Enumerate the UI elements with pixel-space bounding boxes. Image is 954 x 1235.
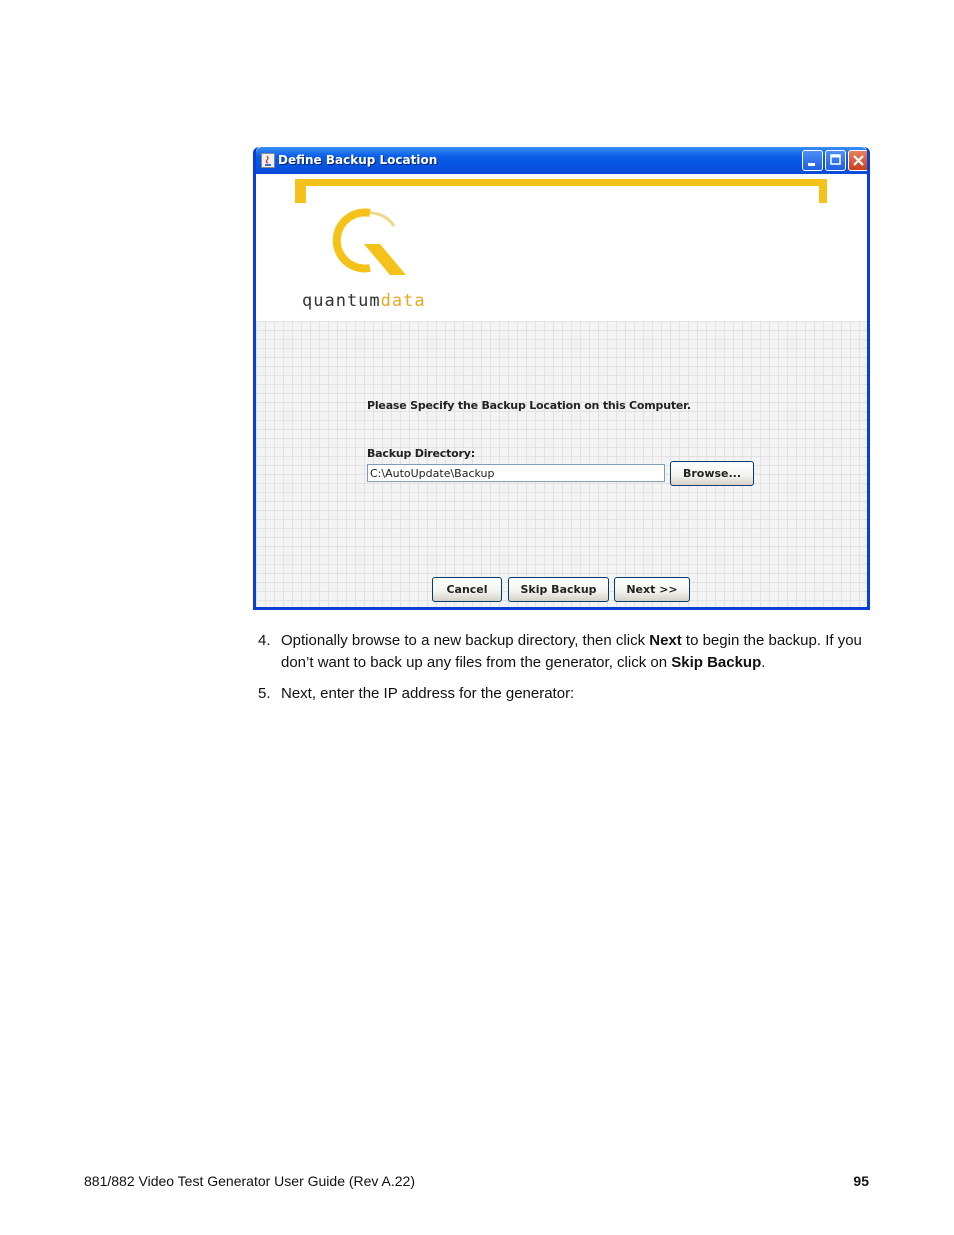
close-button[interactable] — [848, 150, 867, 171]
logo-banner: quantumdata — [256, 174, 867, 321]
step-bold-next: Next — [649, 632, 682, 649]
browse-button[interactable]: Browse... — [670, 461, 754, 486]
dialog-content: quantumdata Please Specify the Backup Lo… — [256, 174, 867, 607]
instruction-steps: 4. Optionally browse to a new backup dir… — [258, 630, 872, 714]
step-text: Optionally browse to a new backup direct… — [281, 632, 650, 649]
backup-form-panel: Please Specify the Backup Location on th… — [256, 321, 867, 607]
brand-data: data — [380, 291, 426, 311]
cancel-button[interactable]: Cancel — [432, 577, 502, 602]
banner-bracket-top — [295, 179, 827, 186]
banner-bracket-left — [295, 179, 306, 203]
skip-backup-button[interactable]: Skip Backup — [508, 577, 609, 602]
footer-document-title: 881/882 Video Test Generator User Guide … — [84, 1173, 416, 1189]
maximize-button[interactable] — [825, 150, 846, 171]
define-backup-location-dialog: Define Backup Location quantumdata Pleas… — [253, 147, 870, 610]
backup-directory-label: Backup Directory: — [367, 447, 475, 460]
minimize-button[interactable] — [802, 150, 823, 171]
prompt-text: Please Specify the Backup Location on th… — [367, 399, 691, 412]
title-bar[interactable]: Define Backup Location — [256, 147, 867, 174]
next-button[interactable]: Next >> — [614, 577, 690, 602]
window-title: Define Backup Location — [278, 153, 438, 167]
backup-directory-input[interactable] — [367, 464, 665, 482]
step-4: 4. Optionally browse to a new backup dir… — [258, 630, 872, 674]
step-number: 5. — [258, 685, 271, 702]
java-app-icon — [261, 153, 275, 168]
step-text: Next, enter the IP address for the gener… — [281, 685, 575, 702]
brand-quantum: quantum — [302, 291, 381, 311]
step-number: 4. — [258, 632, 271, 649]
step-bold-skip-backup: Skip Backup — [671, 654, 762, 671]
footer-page-number: 95 — [853, 1173, 869, 1189]
banner-bracket-right — [819, 179, 827, 203]
step-text: . — [761, 654, 766, 671]
step-5: 5. Next, enter the IP address for the ge… — [258, 683, 872, 705]
quantumdata-wordmark: quantumdata — [302, 291, 426, 311]
quantumdata-q-logo-icon — [332, 208, 406, 275]
